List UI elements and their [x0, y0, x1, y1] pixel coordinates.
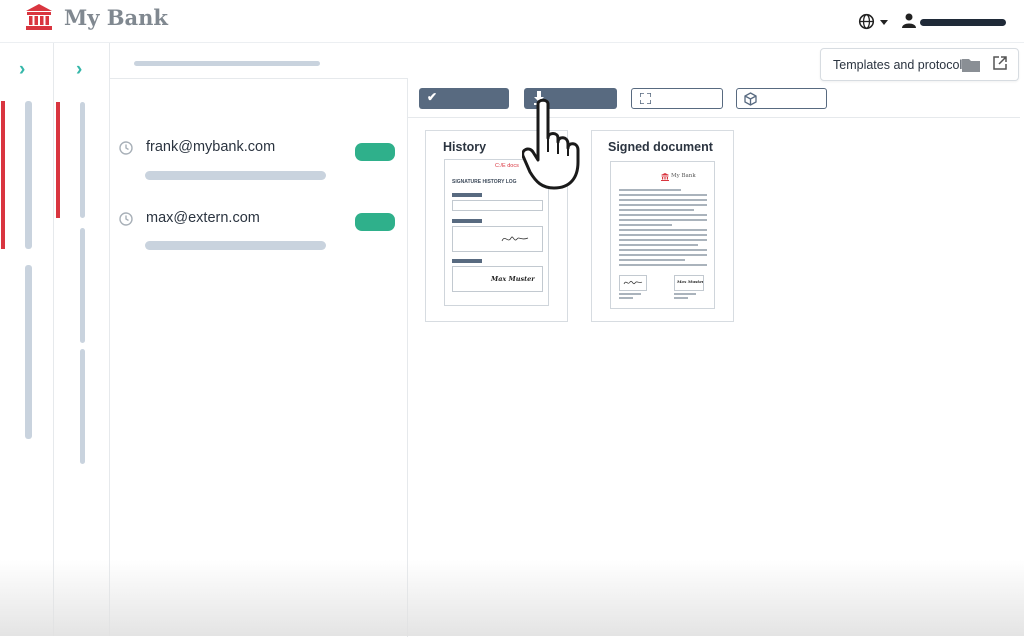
- hand-pointer-cursor-icon: [522, 98, 580, 190]
- caption-line: [619, 297, 633, 299]
- toolbar-divider: [408, 117, 1020, 118]
- active-indicator: [1, 101, 5, 249]
- signer-name: Max Muster: [491, 275, 535, 283]
- breadcrumb-placeholder: [134, 61, 320, 66]
- section-bar: [452, 219, 482, 223]
- sidebar-column-1: ›: [0, 43, 54, 636]
- card-title: History: [443, 140, 487, 154]
- sidebar-rail-item[interactable]: [25, 265, 32, 439]
- doc-heading: SIGNATURE HISTORY LOG: [452, 179, 517, 185]
- card-title: Signed document: [608, 140, 713, 154]
- signature-scribble-icon: [623, 280, 643, 285]
- fullscreen-icon: [640, 93, 651, 104]
- app-name: My Bank: [64, 5, 168, 30]
- package-icon: [744, 92, 757, 106]
- signature-box: [619, 275, 647, 291]
- external-link-icon[interactable]: [992, 55, 1008, 71]
- signer-email: max@extern.com: [146, 210, 260, 226]
- section-bar: [452, 193, 482, 197]
- caption-line: [674, 297, 688, 299]
- sidebar-rail-item[interactable]: [80, 102, 85, 218]
- chevron-down-icon[interactable]: [880, 20, 888, 25]
- list-item[interactable]: max@extern.com: [110, 210, 407, 265]
- signer-name: Max Muster: [677, 279, 704, 284]
- templates-and-protocol-button[interactable]: Templates and protocol: [820, 48, 1019, 81]
- caption-line: [619, 293, 641, 295]
- status-badge: [355, 143, 395, 161]
- doc-brand: C:/E docs: [495, 163, 519, 169]
- approve-button[interactable]: ✔: [419, 88, 509, 109]
- user-icon[interactable]: [902, 13, 916, 28]
- package-button[interactable]: [736, 88, 827, 109]
- sidebar-column-2: ›: [54, 43, 110, 636]
- bank-logo-icon: [661, 173, 669, 181]
- user-name-placeholder[interactable]: [920, 19, 1006, 26]
- document-card-signed[interactable]: Signed document My Bank Max Muster: [591, 130, 734, 322]
- caption-line: [674, 293, 696, 295]
- top-header: My Bank: [0, 0, 1024, 43]
- signed-document-preview: My Bank Max Muster: [610, 161, 715, 309]
- globe-icon[interactable]: [858, 13, 875, 30]
- sidebar-rail-item[interactable]: [25, 101, 32, 249]
- templates-label: Templates and protocol: [833, 58, 963, 72]
- text-lines: [619, 189, 707, 269]
- info-placeholder: [145, 241, 326, 250]
- doc-brand: My Bank: [671, 173, 696, 179]
- sidebar-rail-item[interactable]: [80, 228, 85, 343]
- signer-email: frank@mybank.com: [146, 139, 276, 155]
- fullscreen-button[interactable]: [631, 88, 723, 109]
- list-item[interactable]: frank@mybank.com: [110, 139, 407, 194]
- clock-icon: [119, 212, 133, 226]
- folder-icon: [962, 59, 980, 72]
- signature-box: Max Muster: [674, 275, 704, 291]
- signature-box: Max Muster: [452, 266, 543, 292]
- expand-chevron-icon[interactable]: ›: [76, 59, 82, 81]
- table-row: [452, 200, 543, 211]
- status-badge: [355, 213, 395, 231]
- expand-chevron-icon[interactable]: ›: [19, 59, 25, 81]
- check-icon: ✔: [427, 90, 438, 104]
- section-bar: [452, 259, 482, 263]
- signature-scribble-icon: [501, 236, 529, 242]
- clock-icon: [119, 141, 133, 155]
- sidebar-rail-item[interactable]: [80, 349, 85, 464]
- active-indicator: [56, 102, 60, 218]
- info-placeholder: [145, 171, 326, 180]
- bank-logo-icon: [26, 4, 52, 30]
- signature-box: [452, 226, 543, 252]
- signer-list: frank@mybank.com max@extern.com: [110, 78, 408, 637]
